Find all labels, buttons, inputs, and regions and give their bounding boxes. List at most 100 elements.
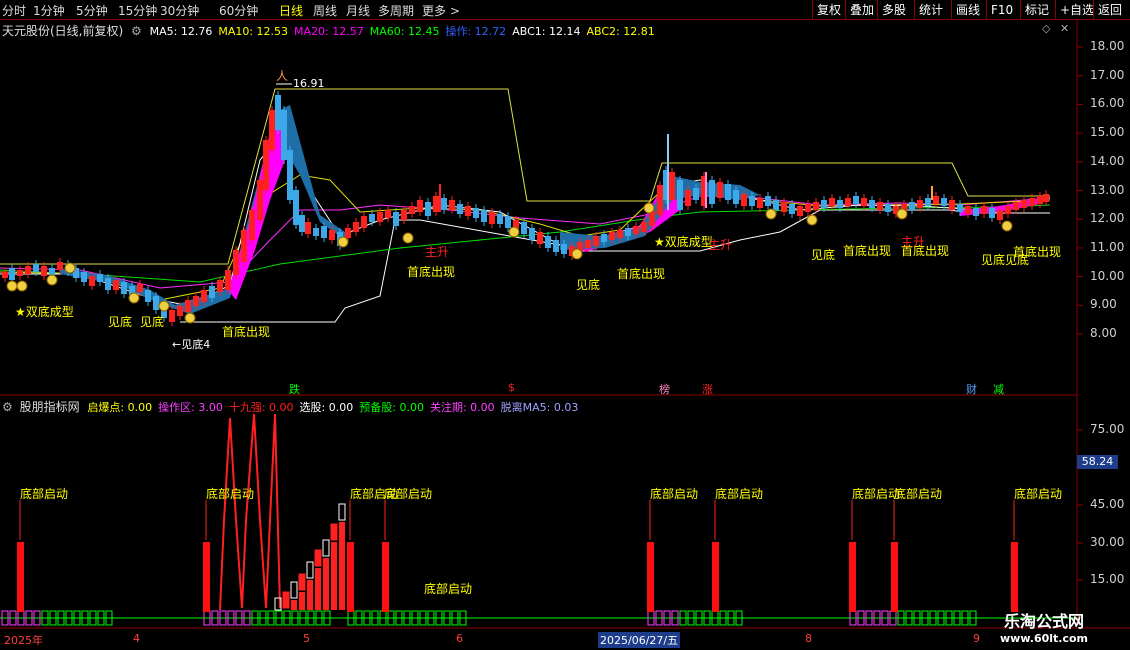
candle-body bbox=[877, 202, 883, 210]
candle-body bbox=[465, 206, 471, 216]
candle-body bbox=[217, 280, 223, 292]
sub-signal-label: 底部启动 bbox=[650, 487, 699, 501]
candle-body bbox=[145, 290, 151, 302]
signal-bar bbox=[203, 542, 210, 612]
x-axis-label: 2025年 bbox=[4, 634, 43, 647]
candle-body bbox=[425, 202, 431, 216]
sub-legend-2: 十九强: 0.00 bbox=[228, 401, 294, 414]
candle-body bbox=[805, 204, 811, 212]
candle-body bbox=[275, 95, 281, 130]
money-bag-icon bbox=[896, 208, 908, 220]
candle-body bbox=[457, 204, 463, 214]
event-marker[interactable]: 榜 bbox=[659, 381, 670, 397]
x-axis-label: 5 bbox=[303, 632, 310, 645]
candle-body bbox=[369, 214, 375, 222]
x-axis-label: 4 bbox=[133, 632, 140, 645]
signal-bar bbox=[382, 542, 389, 612]
candle-body bbox=[263, 140, 269, 190]
candle-body bbox=[17, 270, 23, 276]
sub-tick-label: 75.00 bbox=[1090, 422, 1125, 436]
annotation-label: 首底出现 bbox=[222, 325, 271, 339]
candle-body bbox=[269, 110, 275, 150]
event-marker[interactable]: 减 bbox=[993, 381, 1004, 397]
candle-body bbox=[601, 234, 607, 242]
candle-body bbox=[393, 212, 399, 226]
candle-body bbox=[97, 274, 103, 282]
price-tick-label: 11.00 bbox=[1090, 239, 1125, 254]
stair-bar bbox=[307, 580, 313, 610]
indicator-title[interactable]: 股朋指标网 bbox=[20, 400, 80, 414]
candle-body bbox=[989, 208, 995, 218]
money-bag-icon bbox=[46, 274, 58, 286]
candle-body bbox=[249, 210, 255, 240]
candle-body bbox=[957, 204, 963, 212]
candle-body bbox=[853, 196, 859, 204]
event-marker[interactable]: 财 bbox=[966, 381, 977, 397]
money-bag-icon bbox=[1001, 220, 1013, 232]
money-bag-icon bbox=[64, 262, 76, 274]
candle-body bbox=[909, 202, 915, 210]
event-marker[interactable]: 涨 bbox=[702, 381, 713, 397]
candle-body bbox=[949, 200, 955, 210]
candle-body bbox=[869, 200, 875, 208]
candle-body bbox=[9, 268, 15, 280]
candle-body bbox=[593, 236, 599, 246]
candle-body bbox=[529, 228, 535, 240]
price-tick-label: 15.00 bbox=[1090, 125, 1125, 140]
sub-legend-6: 脱离MA5: 0.03 bbox=[500, 401, 579, 414]
candle-body bbox=[521, 222, 527, 234]
candle-body bbox=[677, 180, 683, 210]
sub-signal-label: 底部启动 bbox=[1014, 487, 1063, 501]
stair-box bbox=[322, 539, 330, 557]
sub-legend-0: 启爆点: 0.00 bbox=[87, 401, 153, 414]
sub-legend-4: 预备股: 0.00 bbox=[359, 401, 424, 414]
annotation-label: 见底 bbox=[108, 315, 133, 329]
candle-body bbox=[997, 210, 1003, 220]
candle-body bbox=[1037, 196, 1043, 204]
candle-body bbox=[941, 198, 947, 206]
candle-body bbox=[933, 196, 939, 204]
annotation-label: ★双底成型 bbox=[15, 305, 74, 319]
sub-tick-label: 45.00 bbox=[1090, 497, 1125, 511]
candle-body bbox=[717, 182, 723, 198]
annotation-label: 见底 bbox=[576, 278, 601, 292]
stair-bar bbox=[291, 600, 297, 610]
candle-body bbox=[409, 206, 415, 214]
candle-body bbox=[669, 172, 675, 200]
price-tick-label: 18.00 bbox=[1090, 39, 1125, 53]
sub-extra-label: 底部启动 bbox=[424, 582, 473, 596]
candle-body bbox=[553, 240, 559, 252]
svg-text:人: 人 bbox=[276, 69, 288, 83]
stair-box bbox=[282, 591, 290, 609]
candle-body bbox=[57, 262, 63, 270]
settings-icon[interactable]: ⚙ bbox=[2, 400, 13, 414]
sub-legend-5: 关注期: 0.00 bbox=[429, 401, 495, 414]
candle-body bbox=[417, 200, 423, 212]
kline-chart[interactable]: 人 bbox=[0, 0, 1130, 650]
money-bag-icon bbox=[765, 208, 777, 220]
candle-body bbox=[293, 190, 299, 225]
annotation-label: 首底出现 bbox=[617, 267, 666, 281]
signal-bar bbox=[347, 542, 354, 612]
peak-price-label: 16.91 bbox=[293, 77, 325, 90]
sub-tick-label: 30.00 bbox=[1090, 535, 1125, 549]
money-bag-icon bbox=[508, 226, 520, 238]
annotation-label: 首底出现 bbox=[843, 244, 892, 258]
candle-body bbox=[41, 266, 47, 276]
event-marker[interactable]: 跌 bbox=[289, 381, 300, 397]
candle-body bbox=[1021, 200, 1027, 208]
signal-bar bbox=[849, 542, 856, 612]
candle-body bbox=[925, 198, 931, 206]
candle-body bbox=[353, 222, 359, 232]
money-bag-icon bbox=[571, 248, 583, 260]
money-bag-icon bbox=[337, 236, 349, 248]
candle-body bbox=[617, 230, 623, 238]
candle-body bbox=[377, 212, 383, 222]
event-marker[interactable]: $ bbox=[508, 381, 515, 394]
sub-signal-label: 底部启动 bbox=[20, 487, 69, 501]
candle-body bbox=[917, 200, 923, 208]
candle-body bbox=[193, 296, 199, 306]
candle-body bbox=[837, 200, 843, 208]
annotation-label: 见底 bbox=[811, 248, 836, 262]
candle-body bbox=[401, 210, 407, 220]
